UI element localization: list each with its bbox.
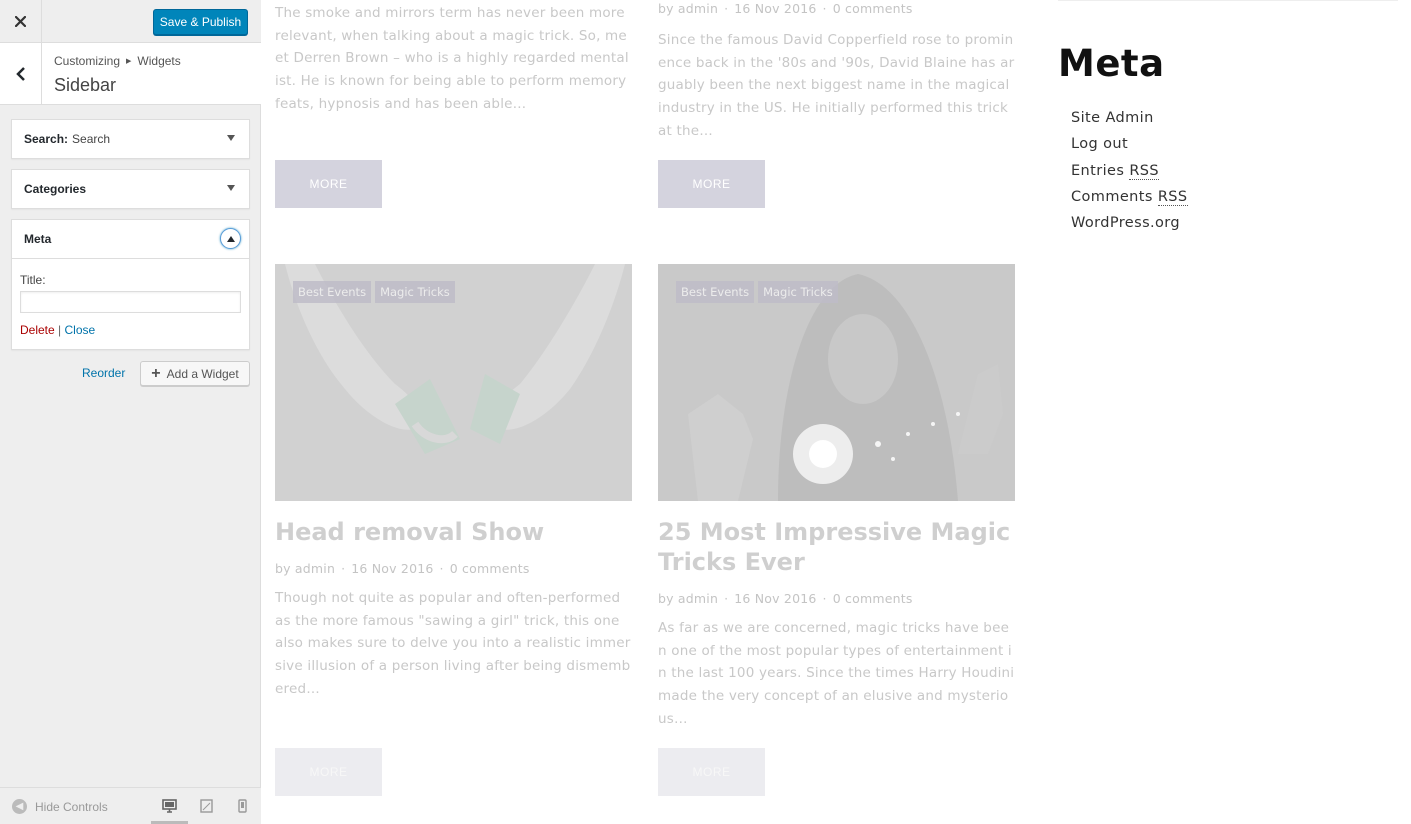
chevron-left-icon [15, 66, 25, 81]
post-comments[interactable]: 0 comments [833, 591, 913, 606]
customizer-header: Save & Publish [0, 0, 261, 43]
mobile-preview-button[interactable] [234, 798, 250, 814]
more-button[interactable]: MORE [275, 160, 382, 208]
more-button[interactable]: MORE [275, 748, 382, 796]
more-button[interactable]: MORE [658, 160, 765, 208]
widget-meta-form: Title: Delete | Close [12, 258, 249, 349]
collapse-arrow-icon[interactable] [220, 228, 241, 249]
actions-separator: | [58, 323, 62, 337]
widget-categories-label: Categories [24, 182, 87, 196]
rss-abbr: RSS [1157, 188, 1188, 206]
post-card: by admin · 16 Nov 2016 · 0 comments Since th… [658, 1, 1015, 143]
post-comments[interactable]: 0 comments [833, 1, 913, 16]
section-title-area: Customizing ▶ Widgets Sidebar [0, 43, 261, 105]
widget-categories-header[interactable]: Categories [12, 170, 249, 208]
plus-icon: + [151, 364, 161, 382]
category-tag[interactable]: Best Events [293, 281, 372, 303]
category-tags: Best Events Magic Tricks [676, 281, 838, 303]
meta-widget-links: Site Admin Log out Entries RSS Comments … [1071, 110, 1188, 241]
meta-widget-heading: Meta [1058, 42, 1165, 85]
widget-meta-actions: Delete | Close [20, 323, 241, 337]
post-excerpt: Though not quite as popular and often-pe… [275, 590, 631, 697]
tablet-icon [199, 799, 213, 813]
post-meta: by admin · 16 Nov 2016 · 0 comments [658, 1, 913, 16]
category-tag[interactable]: Magic Tricks [758, 281, 838, 303]
widget-meta-label: Meta [24, 232, 52, 246]
section-title: Sidebar [54, 75, 117, 95]
post-image[interactable]: Best Events Magic Tricks [658, 264, 1015, 501]
post-date[interactable]: 16 Nov 2016 [734, 591, 816, 606]
post-author[interactable]: by admin [658, 1, 718, 16]
back-button[interactable] [0, 43, 42, 104]
widget-meta: Meta Title: Delete | Close [11, 219, 250, 350]
log-out-link[interactable]: Log out [1071, 136, 1188, 162]
reorder-link[interactable]: Reorder [82, 366, 125, 380]
post-card: The smoke and mirrors term has never bee… [275, 2, 632, 116]
close-customizer-button[interactable] [0, 0, 42, 42]
breadcrumb-customizing: Customizing [54, 54, 121, 68]
category-tag[interactable]: Magic Tricks [375, 281, 455, 303]
breadcrumb: Customizing ▶ Widgets [54, 54, 181, 68]
widget-search[interactable]: Search: Search [11, 119, 250, 159]
dropdown-arrow-icon[interactable] [227, 135, 235, 141]
tablet-preview-button[interactable] [198, 798, 214, 814]
widget-meta-header[interactable]: Meta [12, 220, 249, 258]
post-excerpt: The smoke and mirrors term has never bee… [275, 5, 629, 112]
post-title[interactable]: 25 Most Impressive Magic Tricks Ever [658, 517, 1015, 577]
widget-search-header[interactable]: Search: Search [12, 120, 249, 158]
add-widget-button[interactable]: + Add a Widget [140, 361, 250, 386]
title-field[interactable] [20, 291, 241, 313]
wordpress-org-link[interactable]: WordPress.org [1071, 215, 1188, 241]
customizer-footer: ◀ Hide Controls [0, 787, 261, 824]
category-tag[interactable]: Best Events [676, 281, 755, 303]
post-date[interactable]: 16 Nov 2016 [734, 1, 816, 16]
site-admin-link[interactable]: Site Admin [1071, 110, 1188, 136]
breadcrumb-separator-icon: ▶ [126, 58, 132, 65]
title-field-label: Title: [20, 273, 46, 287]
post-author[interactable]: by admin [658, 591, 718, 606]
close-icon [15, 15, 26, 27]
category-tags: Best Events Magic Tricks [293, 281, 455, 303]
close-widget-link[interactable]: Close [65, 323, 96, 337]
post-author[interactable]: by admin [275, 561, 335, 576]
site-preview: The smoke and mirrors term has never bee… [262, 0, 1411, 824]
hide-controls-button[interactable]: ◀ Hide Controls [12, 799, 108, 814]
post-comments[interactable]: 0 comments [450, 561, 530, 576]
desktop-preview-button[interactable] [161, 798, 177, 814]
more-button[interactable]: MORE [658, 748, 765, 796]
dropdown-arrow-icon[interactable] [227, 185, 235, 191]
entries-label: Entries [1071, 162, 1125, 179]
breadcrumb-widgets: Widgets [137, 54, 181, 68]
post-date[interactable]: 16 Nov 2016 [351, 561, 433, 576]
post-excerpt: As far as we are concerned, magic tricks… [658, 620, 1015, 727]
widget-categories[interactable]: Categories [11, 169, 250, 209]
add-widget-label: Add a Widget [166, 366, 239, 381]
delete-widget-link[interactable]: Delete [20, 323, 55, 337]
customizer-panel: Save & Publish Customizing ▶ Widgets Sid… [0, 0, 261, 824]
post-title[interactable]: Head removal Show [275, 517, 632, 547]
mobile-icon [237, 799, 247, 813]
arrow-left-circle-icon: ◀ [12, 799, 27, 814]
rss-abbr: RSS [1129, 162, 1160, 180]
post-meta: by admin · 16 Nov 2016 · 0 comments [275, 561, 530, 576]
comments-rss-link[interactable]: Comments RSS [1071, 188, 1188, 215]
desktop-icon [161, 799, 177, 813]
entries-rss-link[interactable]: Entries RSS [1071, 162, 1188, 189]
comments-label: Comments [1071, 188, 1153, 205]
post-card: Head removal Show by admin · 16 Nov 2016 · 0… [275, 517, 632, 701]
post-excerpt: Since the famous David Copperfield rose … [658, 32, 1015, 139]
post-image[interactable]: Best Events Magic Tricks [275, 264, 632, 501]
post-meta: by admin · 16 Nov 2016 · 0 comments [658, 591, 913, 606]
widget-search-label: Search: [24, 132, 69, 146]
hide-controls-label: Hide Controls [35, 799, 108, 814]
post-card: 25 Most Impressive Magic Tricks Ever by … [658, 517, 1015, 731]
sidebar-divider [1058, 0, 1398, 2]
widget-search-subtitle: Search [72, 132, 111, 146]
save-publish-button[interactable]: Save & Publish [153, 9, 248, 35]
